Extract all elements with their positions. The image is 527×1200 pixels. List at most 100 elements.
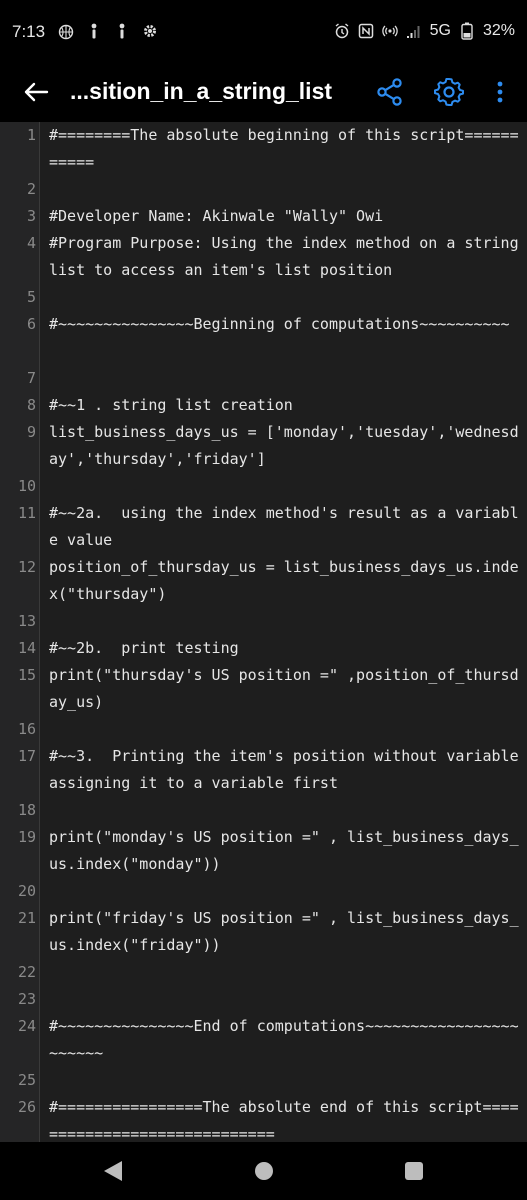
code-line[interactable]: 9 list_business_days_us = ['monday','tues… bbox=[0, 419, 527, 473]
code-line[interactable]: 15 print("thursday's US position =" ,posi… bbox=[0, 662, 527, 716]
line-number: 23 bbox=[17, 990, 36, 1008]
code-text[interactable] bbox=[49, 716, 521, 743]
code-line[interactable]: 23 bbox=[0, 986, 527, 1013]
code-line[interactable]: 19 print("monday's US position =" , list_… bbox=[0, 824, 527, 878]
code-text[interactable]: #================The absolute end of thi… bbox=[49, 1094, 521, 1142]
code-text[interactable]: #Program Purpose: Using the index method… bbox=[49, 230, 521, 284]
more-vert-icon[interactable] bbox=[488, 76, 512, 108]
code-line[interactable]: 10 bbox=[0, 473, 527, 500]
nav-home-icon[interactable] bbox=[254, 1161, 274, 1181]
code-line[interactable]: 26 #================The absolute end of t… bbox=[0, 1094, 527, 1142]
code-text[interactable] bbox=[49, 473, 521, 500]
code-text[interactable] bbox=[49, 986, 521, 1013]
code-text[interactable]: #~~~~~~~~~~~~~~~Beginning of computation… bbox=[49, 311, 521, 338]
line-number: 4 bbox=[26, 234, 36, 252]
code-line[interactable]: 3 #Developer Name: Akinwale "Wally" Owi bbox=[0, 203, 527, 230]
line-number: 16 bbox=[17, 720, 36, 738]
gear-icon bbox=[144, 25, 156, 37]
line-number: 21 bbox=[17, 909, 36, 927]
notification-icons bbox=[58, 22, 158, 40]
line-number: 9 bbox=[26, 423, 36, 441]
line-number: 10 bbox=[17, 477, 36, 495]
line-number: 7 bbox=[26, 369, 36, 387]
status-bar: 7:13 5G 32% bbox=[0, 0, 527, 64]
line-number: 12 bbox=[17, 558, 36, 576]
file-title: ...sition_in_a_string_list bbox=[70, 78, 333, 104]
network-type: 5G bbox=[429, 22, 451, 39]
line-number: 5 bbox=[26, 288, 36, 306]
code-line[interactable]: 12 position_of_thursday_us = list_busines… bbox=[0, 554, 527, 608]
code-text[interactable]: print("monday's US position =" , list_bu… bbox=[49, 824, 521, 878]
code-text[interactable]: #~~2a. using the index method's result a… bbox=[49, 500, 521, 554]
system-status: 5G 32% bbox=[334, 22, 515, 40]
code-text[interactable] bbox=[49, 878, 521, 905]
nfc-icon bbox=[358, 23, 373, 39]
code-text[interactable]: #========The absolute beginning of this … bbox=[49, 122, 521, 176]
code-line[interactable]: 7 bbox=[0, 365, 527, 392]
code-line[interactable]: 5 bbox=[0, 284, 527, 311]
nav-back-icon[interactable] bbox=[102, 1159, 124, 1183]
line-number: 22 bbox=[17, 963, 36, 981]
code-text[interactable]: print("thursday's US position =" ,positi… bbox=[49, 662, 521, 716]
code-text[interactable] bbox=[49, 284, 521, 311]
line-number: 24 bbox=[17, 1017, 36, 1035]
signal-icon bbox=[406, 26, 420, 38]
line-number: 14 bbox=[17, 639, 36, 657]
code-text[interactable]: #~~2b. print testing bbox=[49, 635, 521, 662]
code-line[interactable]: 20 bbox=[0, 878, 527, 905]
code-text[interactable] bbox=[49, 608, 521, 635]
code-text[interactable]: #~~~~~~~~~~~~~~~End of computations~~~~~… bbox=[49, 1013, 521, 1067]
code-text[interactable]: list_business_days_us = ['monday','tuesd… bbox=[49, 419, 521, 473]
code-line[interactable]: 11 #~~2a. using the index method's result… bbox=[0, 500, 527, 554]
code-line[interactable]: 1 #========The absolute beginning of this… bbox=[0, 122, 527, 176]
code-line[interactable]: 6 #~~~~~~~~~~~~~~~Beginning of computatio… bbox=[0, 311, 527, 365]
system-nav-bar bbox=[0, 1142, 527, 1200]
nav-recents-icon[interactable] bbox=[404, 1161, 424, 1181]
code-text[interactable] bbox=[49, 959, 521, 986]
code-text[interactable]: #Developer Name: Akinwale "Wally" Owi bbox=[49, 203, 521, 230]
settings-gear-icon[interactable] bbox=[432, 75, 466, 109]
code-text[interactable]: print("friday's US position =" , list_bu… bbox=[49, 905, 521, 959]
code-line[interactable]: 21 print("friday's US position =" , list_… bbox=[0, 905, 527, 959]
app-bar: ...sition_in_a_string_list bbox=[0, 64, 527, 122]
code-line[interactable]: 18 bbox=[0, 797, 527, 824]
code-line[interactable]: 22 bbox=[0, 959, 527, 986]
status-time: 7:13 bbox=[12, 22, 46, 41]
code-text[interactable] bbox=[49, 797, 521, 824]
basketball-icon bbox=[58, 24, 74, 40]
code-text[interactable] bbox=[49, 1067, 521, 1094]
line-number: 17 bbox=[17, 747, 36, 765]
back-arrow-icon[interactable] bbox=[20, 76, 52, 108]
code-line[interactable]: 16 bbox=[0, 716, 527, 743]
hotspot-icon bbox=[381, 25, 398, 37]
code-line[interactable]: 4 #Program Purpose: Using the index metho… bbox=[0, 230, 527, 284]
person-icon-2 bbox=[119, 23, 125, 39]
code-line[interactable]: 25 bbox=[0, 1067, 527, 1094]
battery-percent: 32% bbox=[482, 22, 515, 39]
code-text[interactable] bbox=[49, 176, 521, 203]
code-line[interactable]: 2 bbox=[0, 176, 527, 203]
line-number: 19 bbox=[17, 828, 36, 846]
code-line[interactable]: 17 #~~3. Printing the item's position wit… bbox=[0, 743, 527, 797]
line-number: 6 bbox=[26, 315, 36, 333]
code-lines[interactable]: 1 #========The absolute beginning of this… bbox=[0, 122, 527, 1142]
line-number: 25 bbox=[17, 1071, 36, 1089]
line-number: 3 bbox=[26, 207, 36, 225]
line-number: 18 bbox=[17, 801, 36, 819]
code-text[interactable] bbox=[49, 365, 521, 392]
share-icon[interactable] bbox=[374, 76, 406, 108]
line-number: 26 bbox=[17, 1098, 36, 1116]
person-icon bbox=[91, 23, 97, 39]
code-text[interactable]: #~~1 . string list creation bbox=[49, 392, 521, 419]
code-line[interactable]: 8 #~~1 . string list creation bbox=[0, 392, 527, 419]
code-line[interactable]: 13 bbox=[0, 608, 527, 635]
code-line[interactable]: 24 #~~~~~~~~~~~~~~~End of computations~~~… bbox=[0, 1013, 527, 1067]
code-editor[interactable]: 1 #========The absolute beginning of this… bbox=[0, 122, 527, 1142]
code-text[interactable]: position_of_thursday_us = list_business_… bbox=[49, 554, 521, 608]
line-number: 1 bbox=[26, 126, 36, 144]
alarm-icon bbox=[335, 23, 349, 39]
code-text[interactable]: #~~3. Printing the item's position witho… bbox=[49, 743, 521, 797]
battery-icon bbox=[461, 22, 473, 40]
line-number: 20 bbox=[17, 882, 36, 900]
code-line[interactable]: 14 #~~2b. print testing bbox=[0, 635, 527, 662]
